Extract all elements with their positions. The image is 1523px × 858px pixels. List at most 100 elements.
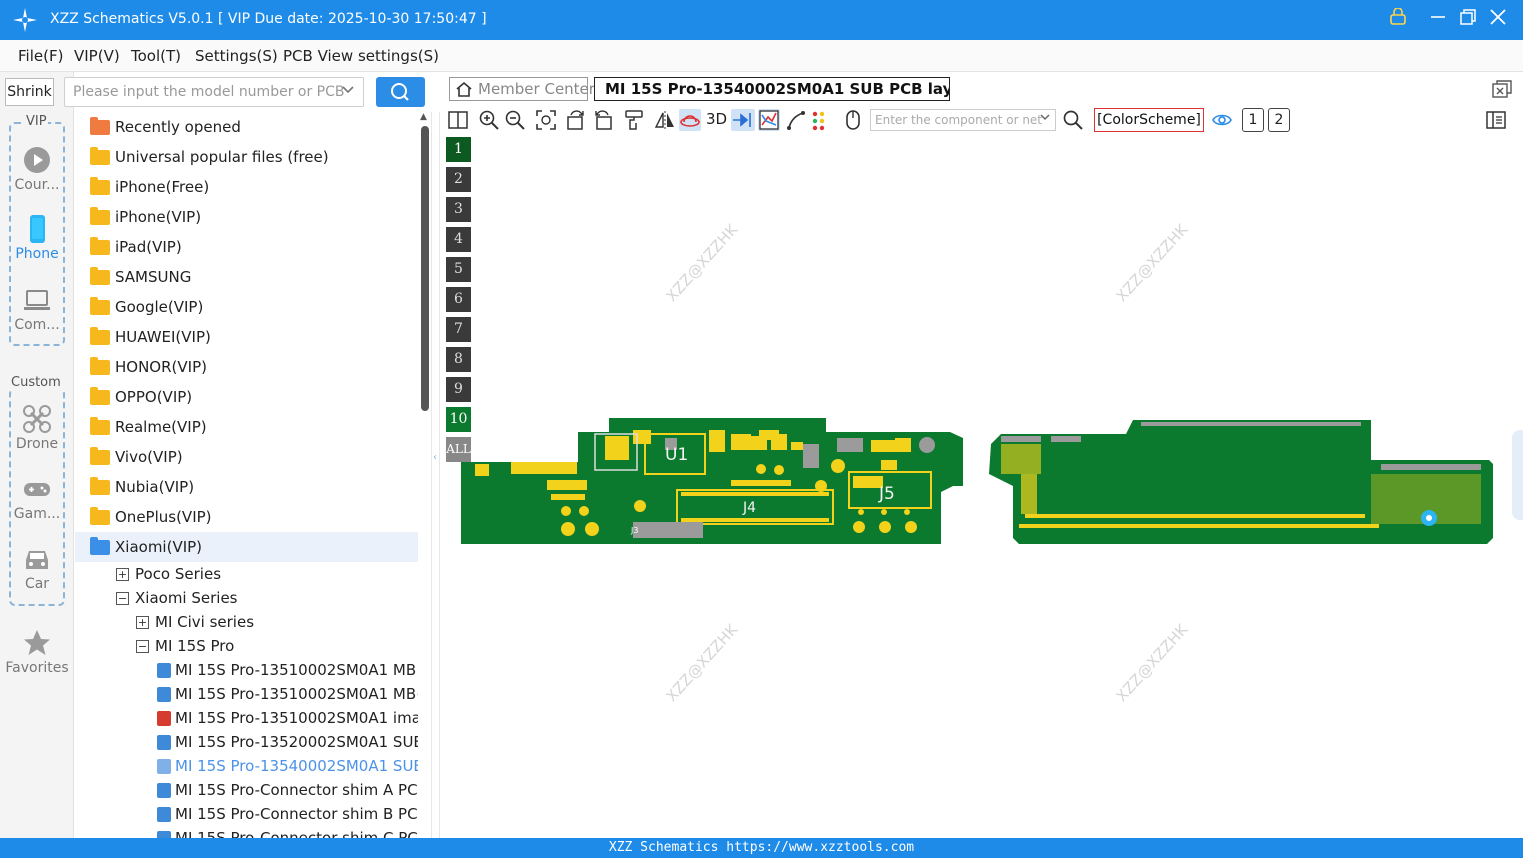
mouse-icon[interactable] xyxy=(842,109,864,131)
page-1-button[interactable]: 1 xyxy=(1242,108,1264,132)
rotate-left-icon[interactable] xyxy=(565,109,587,131)
tree-file[interactable]: MI 15S Pro-13520002SM0A1 SUB PC xyxy=(75,730,418,754)
folder-icon xyxy=(90,357,110,375)
model-search-input[interactable]: Please input the model number or PCB xyxy=(64,77,364,107)
trace-icon[interactable] xyxy=(785,109,807,131)
nav-phone[interactable]: Phone xyxy=(0,214,74,262)
nav-game[interactable]: Gam... xyxy=(0,474,74,522)
fit-view-icon[interactable] xyxy=(535,109,557,131)
close-button[interactable] xyxy=(1486,8,1510,32)
tree-folder[interactable]: SAMSUNG xyxy=(75,262,418,292)
nav-computer[interactable]: Com... xyxy=(0,285,74,333)
tree-folder[interactable]: OPPO(VIP) xyxy=(75,382,418,412)
layer-10-button[interactable]: 10 xyxy=(446,407,471,432)
collapse-minus-icon[interactable]: − xyxy=(136,640,149,653)
scrollbar-thumb[interactable] xyxy=(421,126,429,411)
minimize-button[interactable] xyxy=(1426,8,1450,32)
tree-mi-15s-pro[interactable]: − MI 15S Pro xyxy=(75,634,418,658)
tree-scrollbar[interactable]: ▲ xyxy=(419,112,431,838)
chevron-down-icon[interactable] xyxy=(341,82,355,100)
nav-favorites[interactable]: Favorites xyxy=(0,628,74,676)
paint-brush-icon[interactable] xyxy=(623,109,645,131)
tree-file[interactable]: MI 15S Pro-Connector shim B PCB la xyxy=(75,802,418,826)
tree-folder[interactable]: iPad(VIP) xyxy=(75,232,418,262)
rotate-right-icon[interactable] xyxy=(592,109,614,131)
mirror-icon[interactable] xyxy=(654,109,676,131)
layer-all-button[interactable]: ALL xyxy=(446,437,471,462)
layer-4-button[interactable]: 4 xyxy=(446,227,471,252)
tree-folder[interactable]: HONOR(VIP) xyxy=(75,352,418,382)
pcb-label-u1: U1 xyxy=(665,445,688,465)
menu-settings[interactable]: Settings(S) xyxy=(195,47,278,65)
tree-poco-series[interactable]: + Poco Series xyxy=(75,562,418,586)
toggle-3d-button[interactable]: 3D xyxy=(706,110,727,128)
tree-file[interactable]: MI 15S Pro-13510002SM0A1 MB+SU xyxy=(75,682,418,706)
nav-drone[interactable]: Drone xyxy=(0,404,74,452)
layer-2-button[interactable]: 2 xyxy=(446,167,471,192)
component-search-icon[interactable] xyxy=(1062,109,1084,131)
tree-file[interactable]: MI 15S Pro-13510002SM0A1 MB PCI xyxy=(75,658,418,682)
lock-icon[interactable] xyxy=(1386,7,1410,32)
tree-folder[interactable]: Google(VIP) xyxy=(75,292,418,322)
panel-splitter[interactable]: ‹ xyxy=(431,112,440,838)
tab-active-document[interactable]: MI 15S Pro-13540002SM0A1 SUB PCB layer.p… xyxy=(594,77,950,101)
page-2-button[interactable]: 2 xyxy=(1268,108,1290,132)
menu-pcb-view-settings[interactable]: PCB View settings(S) xyxy=(283,47,439,65)
tree-file[interactable]: MI 15S Pro-Connector shim A PCB la xyxy=(75,778,418,802)
layer-1-button[interactable]: 1 xyxy=(446,137,471,162)
hat-icon[interactable] xyxy=(679,109,701,131)
tree-mi-civi-series[interactable]: + MI Civi series xyxy=(75,610,418,634)
layer-8-button[interactable]: 8 xyxy=(446,347,471,372)
tree-folder[interactable]: HUAWEI(VIP) xyxy=(75,322,418,352)
tab-member-center[interactable]: Member Center xyxy=(449,77,595,101)
tree-file[interactable]: MI 15S Pro-13510002SM0A1 image. xyxy=(75,706,418,730)
tree-folder[interactable]: iPhone(VIP) xyxy=(75,202,418,232)
tree-folder[interactable]: iPhone(Free) xyxy=(75,172,418,202)
layer-7-button[interactable]: 7 xyxy=(446,317,471,342)
expand-plus-icon[interactable]: + xyxy=(136,616,149,629)
side-panel-icon[interactable] xyxy=(1485,109,1507,131)
pcb-canvas[interactable]: XZZ@XZZHK XZZ@XZZHK XZZ@XZZHK XZZ@XZZHK xyxy=(441,134,1523,838)
tree-folder-recent[interactable]: Recently opened xyxy=(75,112,418,142)
component-search-input[interactable]: Enter the component or net xyxy=(870,109,1056,131)
window-title: XZZ Schematics V5.0.1 [ VIP Due date: 20… xyxy=(50,11,487,27)
search-button[interactable] xyxy=(376,77,425,107)
tree-folder[interactable]: OnePlus(VIP) xyxy=(75,502,418,532)
layer-5-button[interactable]: 5 xyxy=(446,257,471,282)
tree-folder[interactable]: Universal popular files (free) xyxy=(75,142,418,172)
tree-file[interactable]: MI 15S Pro-Connector shim C PCB la xyxy=(75,826,418,838)
tree-folder[interactable]: Vivo(VIP) xyxy=(75,442,418,472)
menu-vip[interactable]: VIP(V) xyxy=(74,47,120,65)
collapse-left-icon[interactable]: ‹ xyxy=(433,452,437,463)
collapse-minus-icon[interactable]: − xyxy=(116,592,129,605)
tree-xiaomi-series[interactable]: − Xiaomi Series xyxy=(75,586,418,610)
tree-folder[interactable]: Nubia(VIP) xyxy=(75,472,418,502)
split-view-icon[interactable] xyxy=(447,109,469,131)
menu-tool[interactable]: Tool(T) xyxy=(131,47,181,65)
expand-plus-icon[interactable]: + xyxy=(116,568,129,581)
layer-3-button[interactable]: 3 xyxy=(446,197,471,222)
tab-active-document-label: MI 15S Pro-13540002SM0A1 SUB PCB layer.p… xyxy=(605,80,949,98)
nav-courses[interactable]: Cour... xyxy=(0,145,74,193)
chevron-down-icon[interactable] xyxy=(1039,111,1051,126)
layer-9-button[interactable]: 9 xyxy=(446,377,471,402)
nav-car[interactable]: Car xyxy=(0,544,74,592)
menu-file[interactable]: File(F) xyxy=(18,47,63,65)
restore-button[interactable] xyxy=(1456,8,1480,32)
scroll-up-icon[interactable]: ▲ xyxy=(420,112,427,122)
eye-icon[interactable] xyxy=(1211,109,1233,131)
shrink-button[interactable]: Shrink xyxy=(5,78,54,106)
tree-file-active[interactable]: MI 15S Pro-13540002SM0A1 SUB PC xyxy=(75,754,418,778)
layer-6-button[interactable]: 6 xyxy=(446,287,471,312)
zoom-out-icon[interactable] xyxy=(504,109,526,131)
right-panel-handle[interactable] xyxy=(1512,430,1523,520)
pin-arrow-icon[interactable] xyxy=(731,109,755,131)
close-all-tabs-icon[interactable] xyxy=(1492,80,1512,98)
pcb-toolbar: 3D Enter the component or net [ColorSche… xyxy=(441,106,1523,134)
tree-folder[interactable]: Realme(VIP) xyxy=(75,412,418,442)
color-scheme-button[interactable]: [ColorScheme] xyxy=(1094,108,1204,132)
zoom-in-icon[interactable] xyxy=(478,109,500,131)
net-highlight-icon[interactable] xyxy=(758,109,780,131)
tree-folder-xiaomi[interactable]: Xiaomi(VIP) xyxy=(75,532,418,562)
colored-dots-icon[interactable] xyxy=(810,109,832,131)
